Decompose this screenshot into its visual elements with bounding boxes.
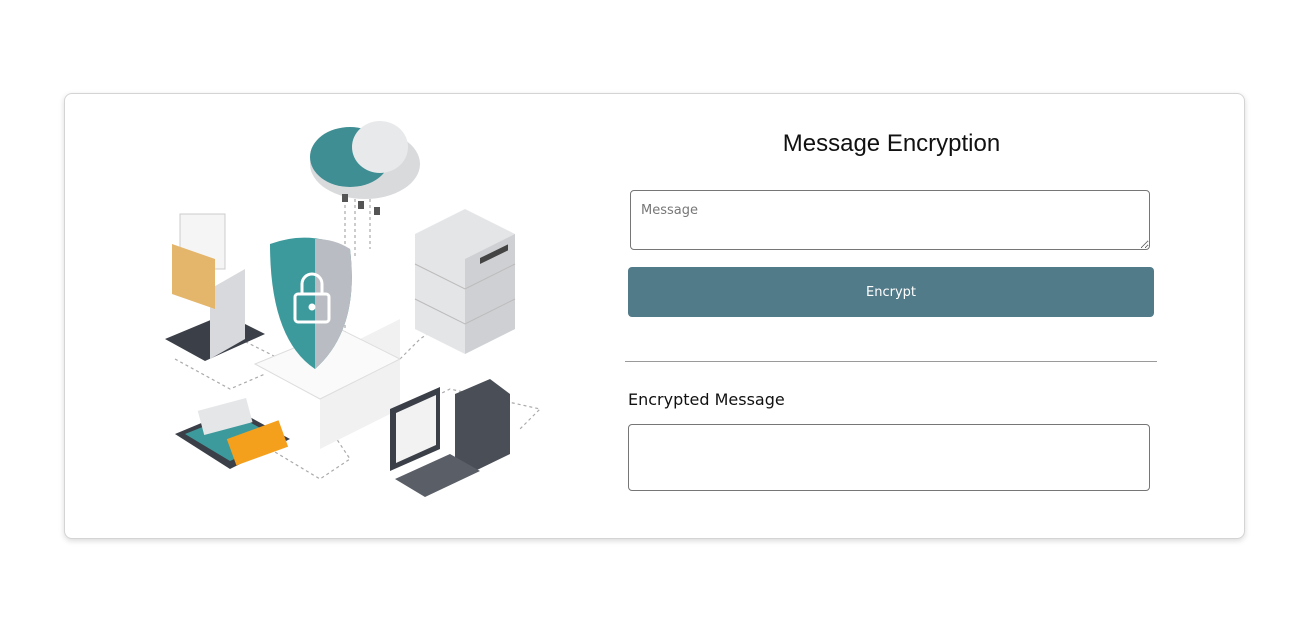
shield-lock-icon (253, 237, 402, 449)
phone-message-icon (175, 397, 290, 469)
divider (625, 361, 1157, 362)
encrypt-button[interactable]: Encrypt (628, 267, 1154, 317)
security-illustration (165, 121, 542, 497)
page-title: Message Encryption (782, 130, 1001, 157)
encrypted-message-output[interactable] (628, 424, 1150, 491)
laptop-folder-icon (165, 213, 265, 361)
cloud-icon (310, 121, 420, 215)
encrypted-message-label: Encrypted Message (628, 390, 785, 409)
server-icon (414, 209, 516, 354)
message-input[interactable] (630, 190, 1150, 250)
encryption-card: Message Encryption Encrypt Encrypted Mes… (64, 93, 1245, 539)
desktop-computer-icon (390, 379, 510, 497)
